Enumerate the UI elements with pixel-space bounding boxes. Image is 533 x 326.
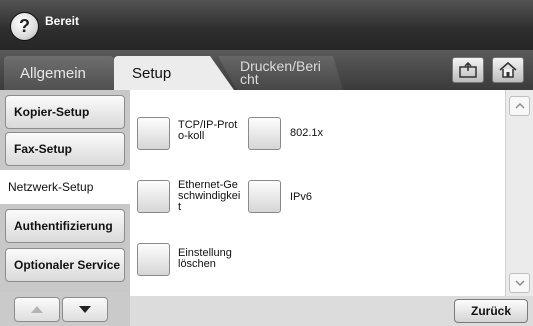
nav-item-netzwerk-setup[interactable]: Netzwerk-Setup <box>0 170 131 204</box>
tcp-ip-protokoll-button[interactable] <box>137 117 170 150</box>
back-button[interactable]: Zurück <box>454 299 528 323</box>
tab-label: Allgemein <box>20 64 86 82</box>
arrow-up-icon <box>31 306 43 313</box>
home-button[interactable] <box>492 57 524 83</box>
einstellung-loeschen-label: Einstellung löschen <box>178 247 232 270</box>
einstellung-loeschen-button[interactable] <box>137 243 170 276</box>
tab-label-line2: cht <box>240 71 259 87</box>
back-button-label: Zurück <box>470 304 511 318</box>
ipv6-label: IPv6 <box>290 191 313 203</box>
nav-item-label: Fax-Setup <box>14 142 73 156</box>
scroll-up-button[interactable] <box>509 96 530 116</box>
export-icon <box>459 62 477 78</box>
nav-down-button[interactable] <box>62 297 108 322</box>
tab-setup[interactable]: Setup <box>114 56 234 90</box>
nav-item-label: Netzwerk-Setup <box>8 180 94 194</box>
tab-label: Setup <box>132 64 172 82</box>
nav-item-optionaler-service[interactable]: Optionaler Service <box>5 248 125 282</box>
ethernet-geschwindigkeit-button[interactable] <box>137 180 170 213</box>
ipv6-button[interactable] <box>248 180 281 213</box>
chevron-down-icon <box>515 280 524 286</box>
screen: ? Bereit Allgemein Drucken/Beri cht Setu… <box>0 0 533 326</box>
export-button[interactable] <box>452 57 484 83</box>
scroll-down-button[interactable] <box>509 273 530 293</box>
802-1x-label: 802.1x <box>290 127 324 139</box>
status-text: Bereit <box>45 14 80 28</box>
ethernet-geschwindigkeit-label: Ethernet-Ge schwindigkei t <box>178 179 241 213</box>
help-icon[interactable]: ? <box>10 12 39 41</box>
nav-item-label: Optionaler Service <box>14 258 121 272</box>
nav-item-kopier-setup[interactable]: Kopier-Setup <box>5 95 125 129</box>
scrollbar[interactable] <box>506 90 533 296</box>
802-1x-button[interactable] <box>248 117 281 150</box>
tab-allgemein[interactable]: Allgemein <box>4 56 114 90</box>
chevron-up-icon <box>515 103 524 109</box>
nav-item-fax-setup[interactable]: Fax-Setup <box>5 132 125 166</box>
tab-drucken-bericht[interactable]: Drucken/Beri cht <box>218 56 343 90</box>
tcp-ip-protokoll-label: TCP/IP-Prot o-koll <box>178 119 238 142</box>
home-icon <box>499 62 517 78</box>
nav-item-authentifizierung[interactable]: Authentifizierung <box>5 209 125 243</box>
nav-up-button[interactable] <box>14 297 60 322</box>
arrow-down-icon <box>79 306 91 313</box>
nav-item-label: Authentifizierung <box>14 219 113 233</box>
status-bar: ? Bereit <box>0 0 533 50</box>
nav-item-label: Kopier-Setup <box>14 105 90 119</box>
